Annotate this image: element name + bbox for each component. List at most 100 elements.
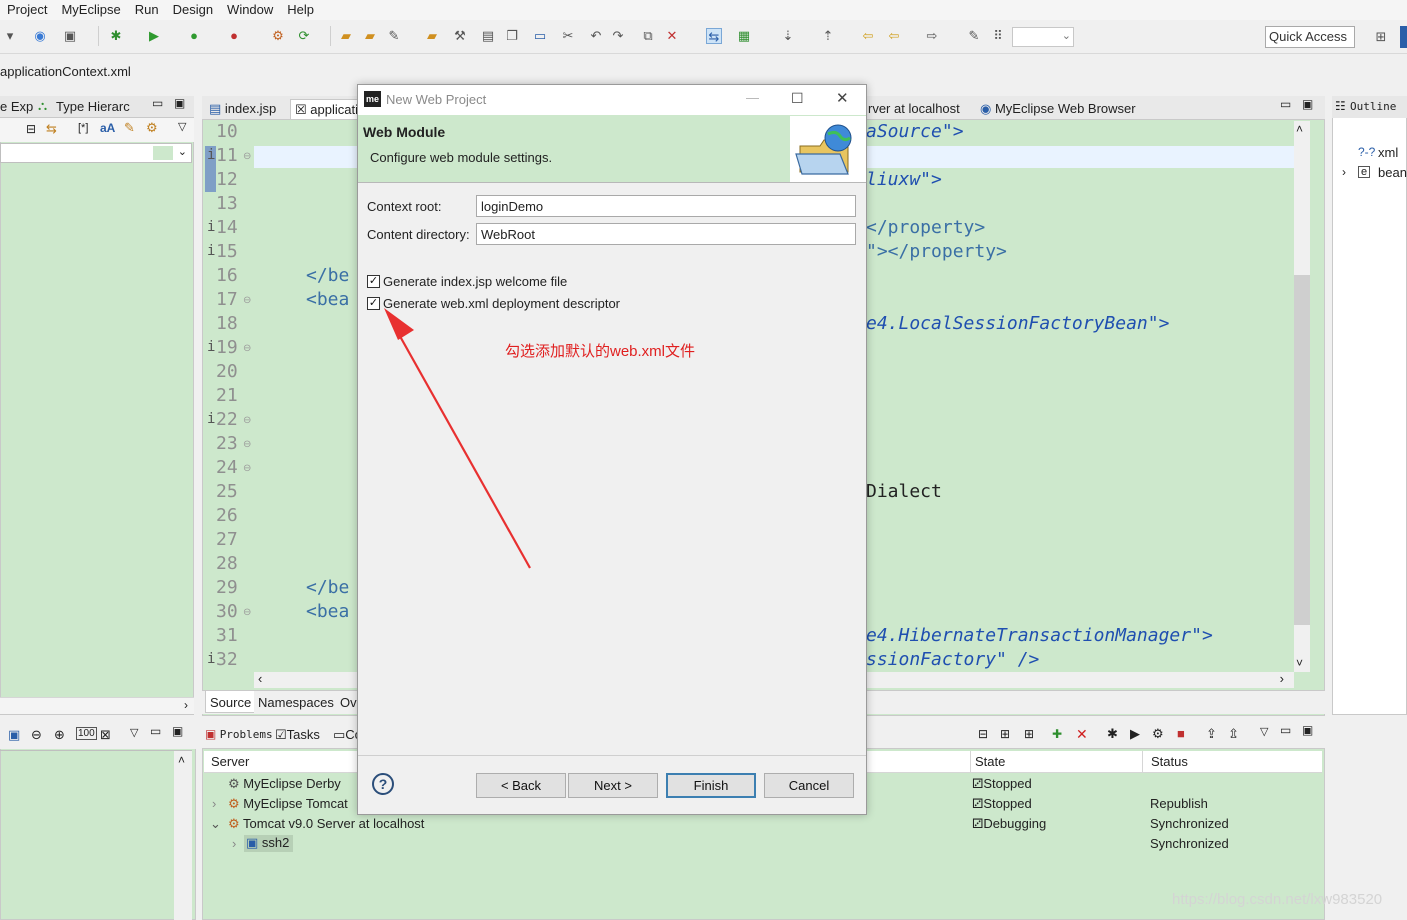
copy-icon[interactable]: ❐	[504, 28, 520, 44]
editor-v-scroll-thumb[interactable]	[1294, 275, 1310, 625]
tab-package-explorer[interactable]: e Exp	[0, 99, 33, 114]
run-icon[interactable]: ▶	[146, 28, 162, 44]
new-server-icon[interactable]: ✚	[1052, 727, 1062, 741]
back-icon[interactable]: ⇦	[886, 28, 902, 44]
maximize-icon[interactable]: ▣	[1302, 723, 1313, 737]
help-button[interactable]: ?	[372, 773, 394, 795]
pin-icon[interactable]: ✎	[124, 120, 135, 136]
chevron-right-icon[interactable]: ›	[1280, 671, 1284, 686]
dots-grid-icon[interactable]: ⠿	[990, 28, 1006, 44]
content-directory-input[interactable]: WebRoot	[476, 223, 856, 245]
pencil-icon[interactable]: ✎	[966, 28, 982, 44]
outline-item-bean[interactable]: bean	[1378, 165, 1407, 180]
zoom-100-icon[interactable]: 100	[76, 727, 97, 740]
close-icon[interactable]: ✕	[836, 89, 849, 107]
chevron-right-icon[interactable]: ›	[232, 836, 236, 851]
menu-run[interactable]: Run	[128, 0, 166, 17]
stop-server-icon[interactable]: ■	[1177, 726, 1185, 741]
table-row[interactable]: ▣ ssh2	[244, 835, 294, 852]
chevron-down-icon[interactable]: ˅	[1296, 656, 1303, 670]
view-menu-icon[interactable]: ▽	[178, 120, 186, 133]
expand-icon[interactable]: ⊞	[1024, 727, 1034, 741]
tab-problems[interactable]: ▣ Problems	[205, 727, 273, 741]
pin-icon[interactable]: ✂	[560, 28, 576, 44]
profile-server-icon[interactable]: ⚙	[1152, 726, 1164, 742]
minimize-icon[interactable]: ▭	[150, 724, 161, 738]
finish-button[interactable]: Finish	[666, 773, 756, 798]
table-row[interactable]: ⚙ Tomcat v9.0 Server at localhost	[228, 816, 424, 832]
fold-icon[interactable]: ⊖	[243, 295, 251, 306]
collapse-all-icon[interactable]: ⊟	[26, 122, 36, 136]
chevron-up-icon[interactable]: ˄	[1296, 122, 1303, 136]
menu-project[interactable]: Project	[0, 0, 54, 17]
link-editor-icon[interactable]: ⇆	[46, 121, 57, 137]
chevron-right-icon[interactable]: ›	[212, 796, 216, 811]
clean-icon[interactable]: ⇫	[1228, 726, 1239, 742]
delete-icon[interactable]: ✕	[1076, 726, 1088, 743]
table-row[interactable]: ⚙ MyEclipse Tomcat	[228, 796, 348, 812]
collapse-icon[interactable]: ⊟	[978, 727, 988, 741]
debug-icon[interactable]: ✱	[108, 28, 124, 44]
zoom-out-icon[interactable]: ⊖	[31, 727, 42, 743]
minimize-icon[interactable]: ▭	[152, 96, 163, 110]
tab-source[interactable]: Source	[205, 691, 257, 713]
tab-server-localhost[interactable]: rver at localhost	[864, 99, 964, 119]
new-dropdown-icon[interactable]: ▾	[2, 28, 18, 44]
refresh-icon[interactable]: ⟳	[296, 28, 312, 44]
toggle-icon[interactable]: ⇆	[706, 28, 722, 44]
context-root-input[interactable]: loginDemo	[476, 195, 856, 217]
grid-icon[interactable]: ▦	[736, 28, 752, 44]
stop-icon[interactable]: ●	[226, 28, 242, 44]
left-h-scrollbar[interactable]: ›	[0, 697, 194, 714]
generate-index-checkbox[interactable]: ✓	[367, 275, 380, 288]
bottom-left-scrollbar[interactable]: ˄	[174, 751, 192, 920]
minimize-icon[interactable]: ▭	[1280, 723, 1291, 737]
column-header-state[interactable]: State	[975, 754, 1005, 769]
fold-icon[interactable]: ⊖	[243, 151, 251, 162]
folder-icon[interactable]: ▰	[424, 28, 440, 44]
menu-myeclipse[interactable]: MyEclipse	[54, 0, 127, 17]
perspective-icon[interactable]: ⊞	[1373, 29, 1389, 45]
prev-annotation-icon[interactable]: ⇡	[820, 28, 836, 44]
outline-item-xml[interactable]: xml	[1378, 145, 1398, 160]
column-header-status[interactable]: Status	[1151, 754, 1188, 769]
quick-access-input[interactable]: Quick Access	[1265, 26, 1355, 48]
filter-icon[interactable]: ⊞	[1000, 727, 1010, 741]
chevron-left-icon[interactable]: ‹	[258, 671, 262, 686]
next-button[interactable]: Next >	[568, 773, 658, 798]
maximize-icon[interactable]: ☐	[791, 90, 804, 107]
left-filter-input[interactable]: ⌄	[0, 143, 192, 163]
debug-server-icon[interactable]: ✱	[1107, 726, 1118, 742]
table-row[interactable]: ⚙ MyEclipse Derby	[228, 776, 341, 792]
back-button[interactable]: < Back	[476, 773, 566, 798]
font-icon[interactable]: aA	[100, 121, 115, 135]
toolbar-combo[interactable]: ⌄	[1012, 27, 1074, 47]
open-file-icon[interactable]: ▰	[362, 28, 378, 44]
chevron-up-icon[interactable]: ˄	[178, 753, 185, 767]
fold-icon[interactable]: ⊖	[243, 463, 251, 474]
globe-icon[interactable]: ◉	[32, 28, 48, 44]
image-icon[interactable]: ▣	[8, 727, 20, 743]
monitor-icon[interactable]: ▭	[532, 28, 548, 44]
generate-index-label[interactable]: Generate index.jsp welcome file	[383, 274, 567, 289]
view-menu-icon[interactable]: ▽	[1260, 725, 1268, 738]
fold-icon[interactable]: ⊖	[243, 607, 251, 618]
chevron-right-icon[interactable]: ›	[184, 698, 188, 712]
cancel-button[interactable]: Cancel	[764, 773, 854, 798]
open-folder-icon[interactable]: ▰	[338, 28, 354, 44]
chevron-down-icon[interactable]: ⌄	[210, 816, 221, 832]
chevron-down-icon[interactable]: ⌄	[178, 145, 187, 158]
build-icon[interactable]: ⚙	[270, 28, 286, 44]
filter-icon[interactable]: [*]	[78, 122, 88, 134]
next-annotation-icon[interactable]: ⇣	[780, 28, 796, 44]
maximize-icon[interactable]: ▣	[1302, 97, 1313, 111]
menu-help[interactable]: Help	[280, 0, 321, 17]
last-edit-icon[interactable]: ⇦	[860, 28, 876, 44]
document-icon[interactable]: ▤	[480, 28, 496, 44]
tab-application-context[interactable]: ☒ applicati	[290, 99, 363, 119]
run-config-icon[interactable]: ●	[186, 28, 202, 44]
minimize-icon[interactable]: ▭	[1280, 97, 1291, 111]
zoom-in-icon[interactable]: ⊕	[54, 727, 65, 743]
fold-icon[interactable]: ⊖	[243, 343, 251, 354]
tab-type-hierarchy[interactable]: Type Hierarc	[56, 99, 130, 114]
